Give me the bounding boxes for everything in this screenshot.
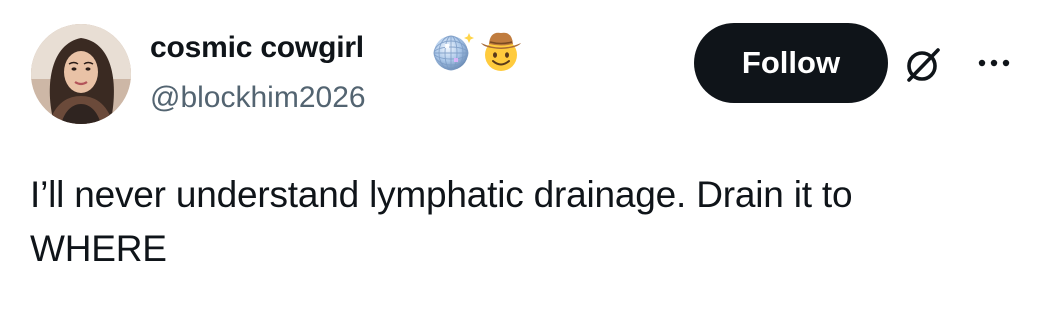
more-options-icon[interactable] [972,52,1016,74]
tweet-text-line-2: WHERE [30,228,167,269]
tweet-text-line-1: I’ll never understand lymphatic drainage… [30,174,853,215]
tweet-text: I’ll never understand lymphatic drainage… [30,168,1030,276]
display-name[interactable]: cosmic cowgirl [150,30,364,66]
grok-icon[interactable] [900,42,946,88]
cowboy-face-icon [478,28,524,74]
follow-button[interactable]: Follow [694,23,888,103]
avatar-image [31,24,131,124]
disco-ball-icon [428,28,474,74]
user-handle[interactable]: @blockhim2026 [150,80,366,116]
avatar[interactable] [31,24,131,124]
